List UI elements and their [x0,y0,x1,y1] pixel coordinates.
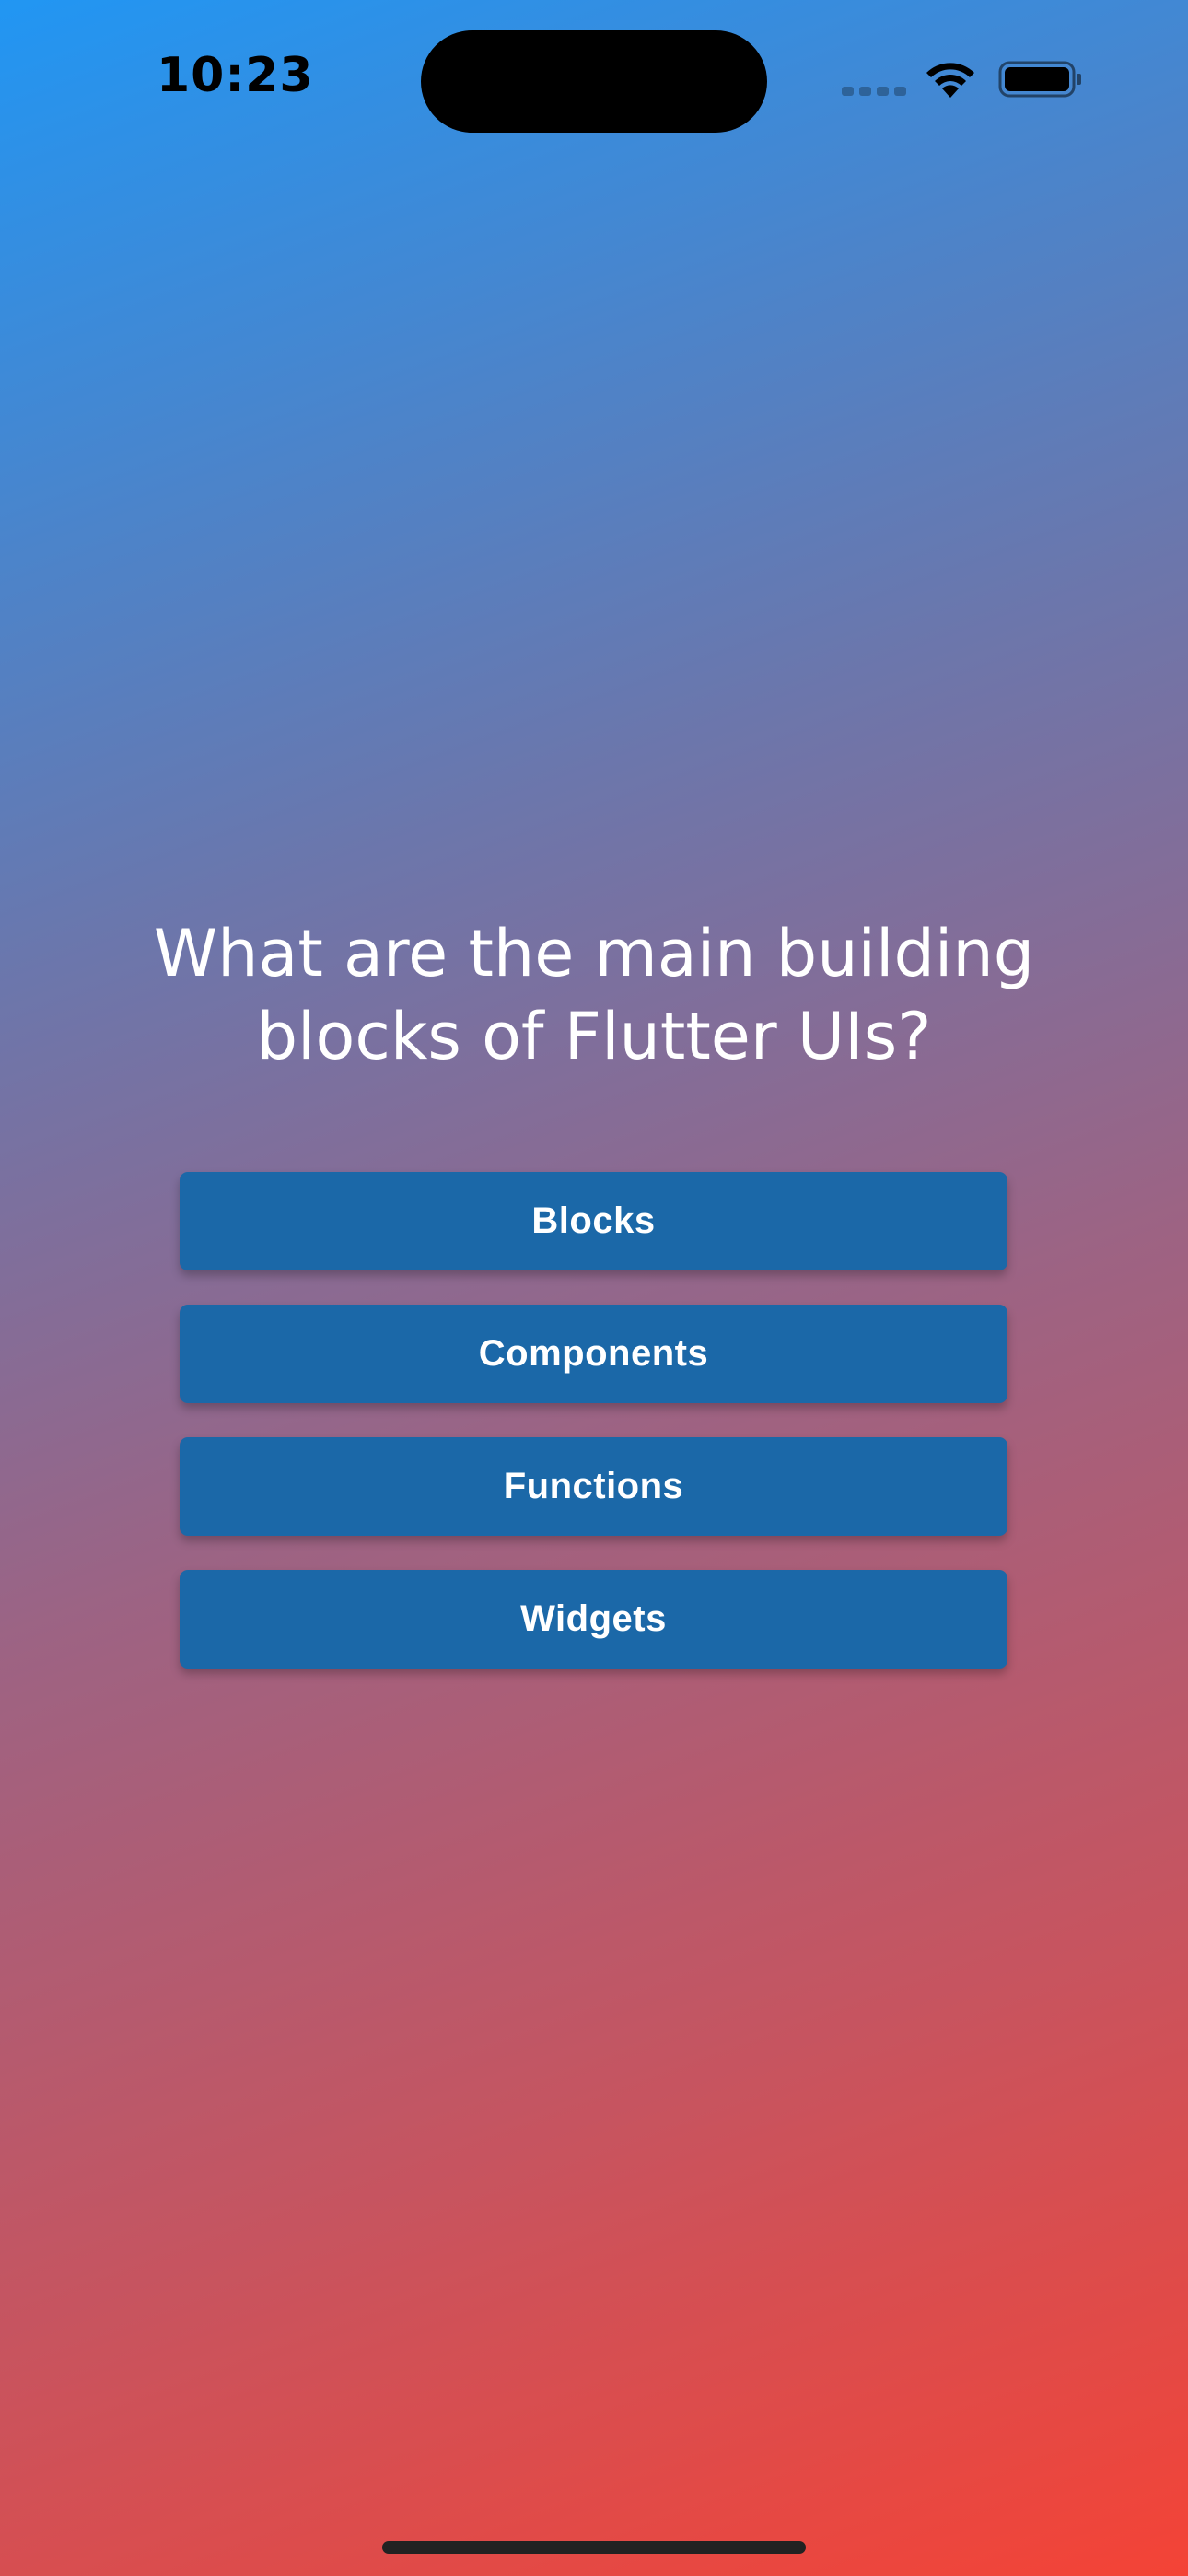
dynamic-island [421,30,767,133]
quiz-screen: 10:23 What are the main building blocks … [0,0,1188,2576]
answer-button-functions[interactable]: Functions [180,1437,1007,1536]
status-time: 10:23 [157,48,314,103]
answer-list: Blocks Components Functions Widgets [180,1172,1007,1669]
home-indicator[interactable] [382,2541,806,2554]
answer-button-widgets[interactable]: Widgets [180,1570,1007,1669]
question-text: What are the main building blocks of Flu… [153,916,1035,1074]
answer-button-components[interactable]: Components [180,1305,1007,1403]
answer-button-blocks[interactable]: Blocks [180,1172,1007,1270]
battery-icon [998,61,1081,98]
wifi-icon [926,63,974,98]
signal-icon [842,87,906,98]
